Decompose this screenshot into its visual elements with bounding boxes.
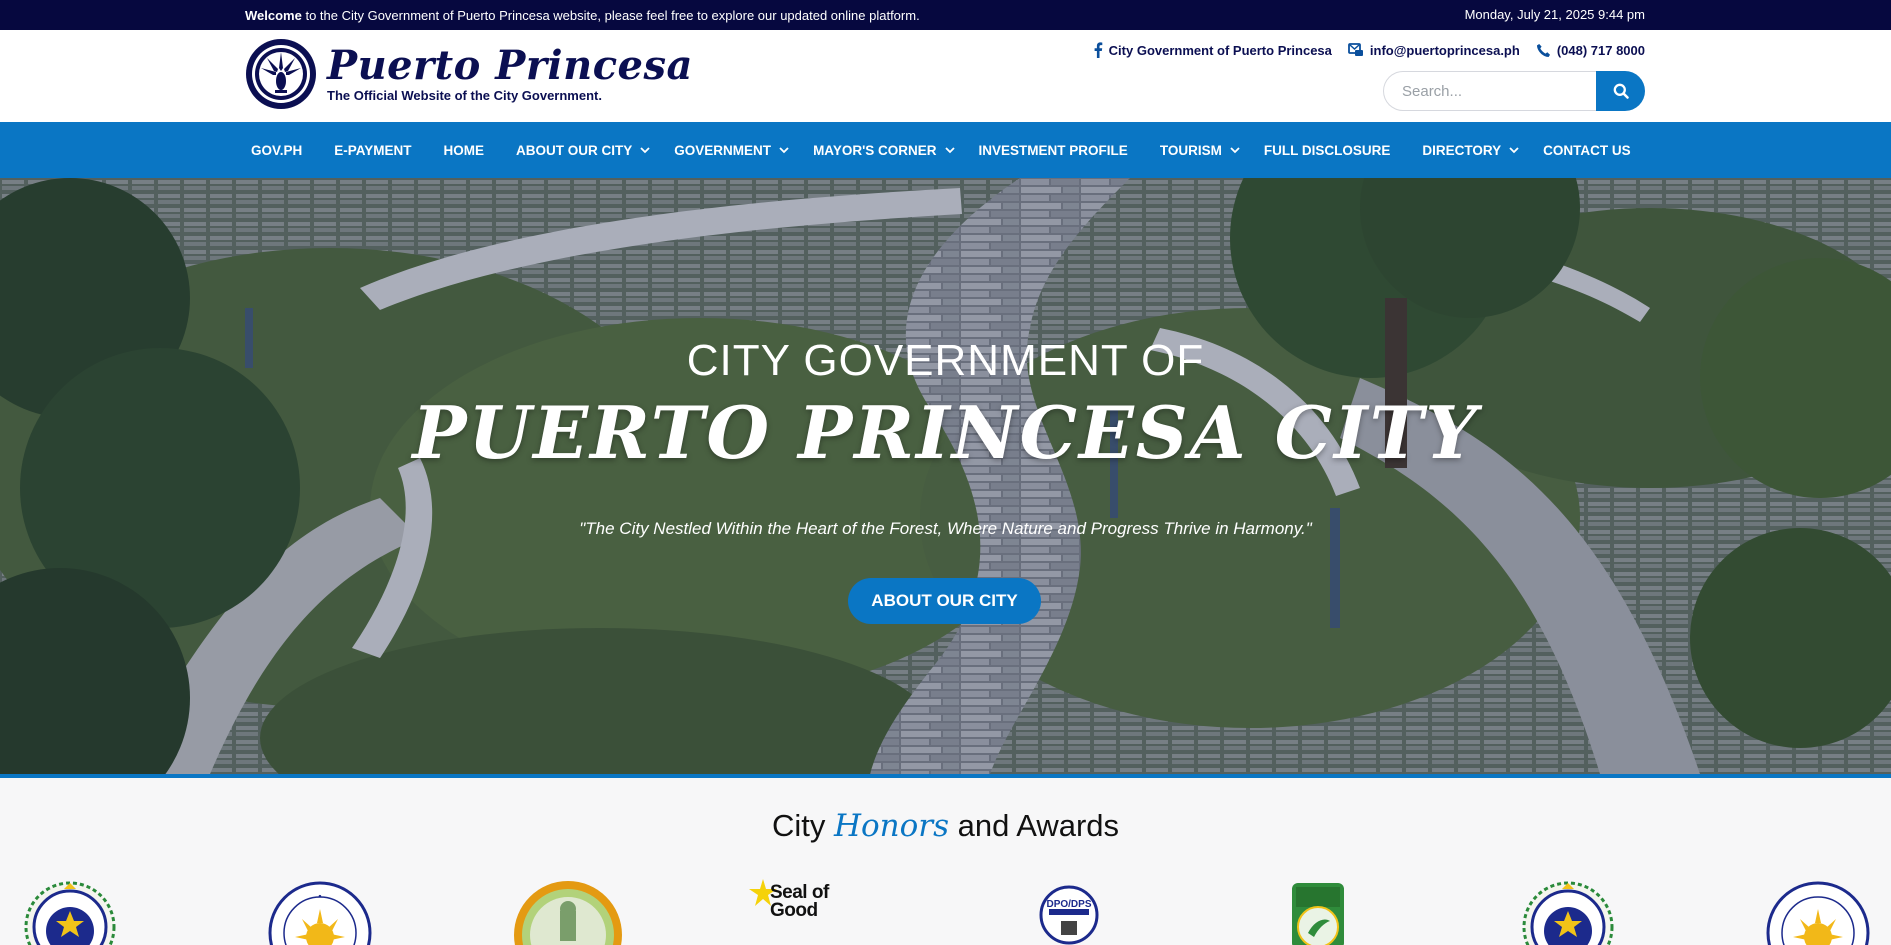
- facebook-link[interactable]: City Government of Puerto Princesa: [1093, 42, 1332, 58]
- nav-item-directory[interactable]: DIRECTORY: [1406, 122, 1535, 178]
- facebook-icon: [1094, 42, 1102, 58]
- nav-item-e-payment[interactable]: E-PAYMENT: [318, 122, 427, 178]
- brand-name[interactable]: Puerto Princesa: [327, 42, 693, 89]
- nav-label: GOVERNMENT: [674, 142, 772, 158]
- dpo-dps-badge-icon[interactable]: DPO/DPS: [1039, 881, 1099, 945]
- phone-link[interactable]: (048) 717 8000: [1536, 43, 1645, 58]
- chevron-down-icon: [640, 146, 650, 153]
- hero-quote: "The City Nestled Within the Heart of th…: [579, 519, 1312, 538]
- transparency-seal-icon[interactable]: •: [265, 881, 375, 945]
- award-badge-icon[interactable]: [1520, 881, 1616, 945]
- contact-links: City Government of Puerto Princesa info@…: [1093, 42, 1645, 58]
- nav-label: DIRECTORY: [1422, 142, 1502, 158]
- nav-item-investment-profile[interactable]: INVESTMENT PROFILE: [971, 122, 1144, 178]
- nav-label: GOV.PH: [251, 142, 303, 158]
- nav-item-home[interactable]: HOME: [428, 122, 501, 178]
- green-shield-badge-icon[interactable]: [1290, 881, 1346, 945]
- hero-banner: CITY GOVERNMENT OF PUERTO PRINCESA CITY …: [0, 178, 1891, 774]
- welcome-bold: Welcome: [245, 8, 302, 23]
- phone-label: (048) 717 8000: [1556, 42, 1645, 58]
- honors-title: City Honors and Awards: [0, 808, 1891, 844]
- honors-section: City Honors and Awards • Seal of Good DP…: [0, 778, 1891, 945]
- nav-label: ABOUT OUR CITY: [516, 142, 633, 158]
- facebook-label: City Government of Puerto Princesa: [1108, 42, 1332, 58]
- seal-ring-text: •: [318, 891, 321, 901]
- phone-icon: [1536, 43, 1550, 57]
- honors-title-prefix: City: [771, 808, 834, 843]
- main-navigation: GOV.PH E-PAYMENT HOME ABOUT OUR CITY GOV…: [0, 122, 1891, 178]
- chevron-down-icon: [779, 146, 789, 153]
- current-datetime: Monday, July 21, 2025 9:44 pm: [1464, 7, 1645, 22]
- gold-seal-icon[interactable]: [512, 881, 624, 945]
- nav-label: TOURISM: [1159, 142, 1222, 158]
- seal-of-good-badge[interactable]: Seal of Good: [748, 878, 838, 945]
- city-seal-logo[interactable]: [245, 38, 317, 110]
- welcome-message: Welcome to the City Government of Puerto…: [245, 8, 920, 23]
- chevron-down-icon: [944, 146, 955, 153]
- email-icon: [1348, 43, 1363, 56]
- nav-item-tourism[interactable]: TOURISM: [1144, 122, 1256, 178]
- nav-item-about-our-city[interactable]: ABOUT OUR CITY: [500, 122, 666, 178]
- nav-label: INVESTMENT PROFILE: [978, 142, 1128, 158]
- nav-item-contact-us[interactable]: CONTACT US: [1535, 122, 1647, 178]
- nav-label: MAYOR'S CORNER: [813, 142, 937, 158]
- site-search: [1383, 71, 1645, 111]
- nav-item-full-disclosure[interactable]: FULL DISCLOSURE: [1256, 122, 1407, 178]
- hero-title: PUERTO PRINCESA CITY: [412, 390, 1479, 475]
- site-header: Puerto Princesa The Official Website of …: [0, 30, 1891, 122]
- nav-label: FULL DISCLOSURE: [1263, 142, 1391, 158]
- chevron-down-icon: [1509, 146, 1519, 153]
- transparency-seal-icon[interactable]: [1763, 881, 1873, 945]
- search-icon: [1613, 83, 1629, 99]
- email-label: info@puertoprincesa.ph: [1369, 42, 1520, 58]
- nav-label: HOME: [443, 142, 485, 158]
- welcome-text: to the City Government of Puerto Princes…: [301, 8, 920, 23]
- search-input[interactable]: [1383, 71, 1596, 111]
- honors-title-accent: Honors: [833, 808, 949, 844]
- top-bar: Welcome to the City Government of Puerto…: [0, 0, 1891, 30]
- search-button[interactable]: [1596, 71, 1645, 111]
- brand-tagline: The Official Website of the City Governm…: [327, 88, 602, 103]
- nav-item-mayors-corner[interactable]: MAYOR'S CORNER: [805, 122, 970, 178]
- email-link[interactable]: info@puertoprincesa.ph: [1348, 43, 1520, 58]
- nav-item-government[interactable]: GOVERNMENT: [666, 122, 805, 178]
- nav-item-govph[interactable]: GOV.PH: [235, 122, 318, 178]
- dpo-text: DPO/DPS: [1046, 899, 1091, 910]
- hero-overlay: [0, 178, 1891, 774]
- award-badge-icon[interactable]: [22, 881, 118, 945]
- hero-kicker: CITY GOVERNMENT OF: [686, 336, 1205, 385]
- honors-title-suffix: and Awards: [949, 808, 1120, 843]
- chevron-down-icon: [1230, 146, 1240, 153]
- about-our-city-button[interactable]: ABOUT OUR CITY: [848, 578, 1041, 624]
- seal-of-good-text: Seal of Good: [770, 882, 829, 921]
- nav-label: CONTACT US: [1543, 142, 1631, 158]
- nav-label: E-PAYMENT: [334, 142, 412, 158]
